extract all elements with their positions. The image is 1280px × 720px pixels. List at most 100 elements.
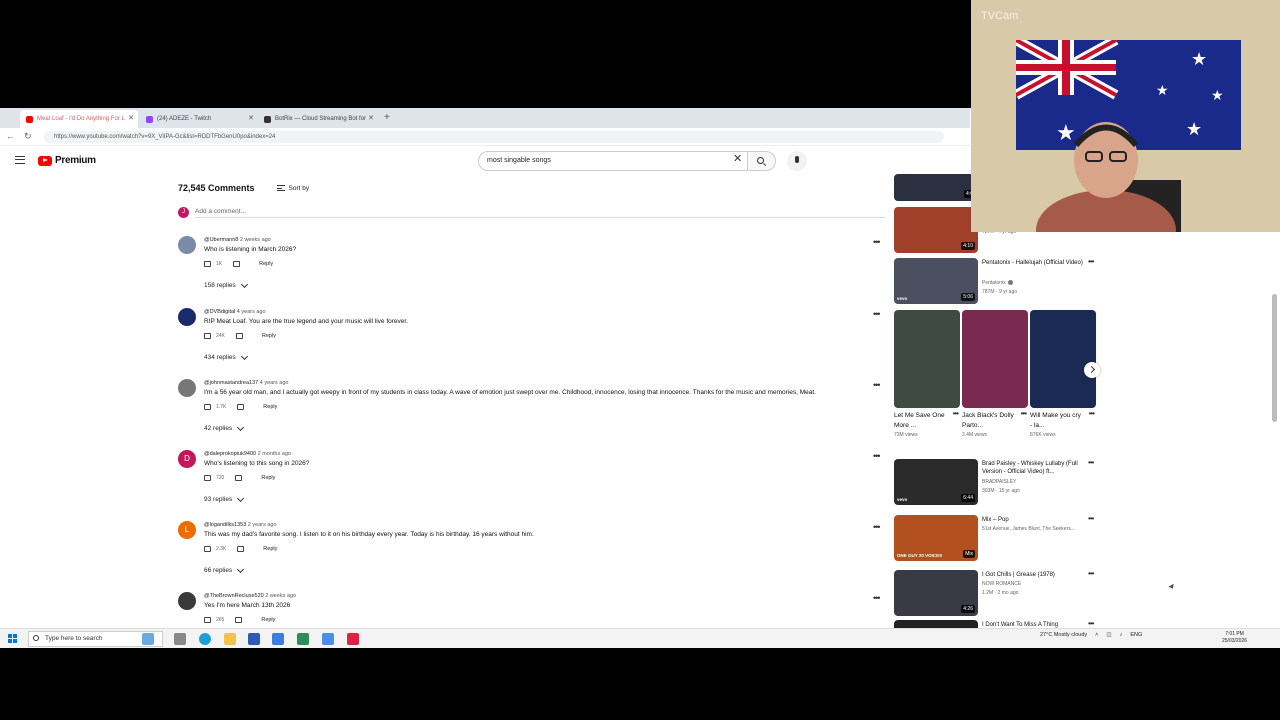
video-title[interactable]: Mix – Pop	[982, 516, 1087, 524]
windows-start-icon[interactable]	[8, 634, 17, 643]
like-icon[interactable]	[204, 475, 211, 481]
dislike-icon[interactable]	[235, 617, 243, 623]
video-title[interactable]: Pentatonix - Hallelujah (Official Video)	[982, 259, 1087, 267]
comment-time[interactable]: 2 weeks ago	[240, 237, 271, 243]
more-options-icon[interactable]: •••	[873, 594, 881, 603]
dislike-icon[interactable]	[235, 333, 243, 339]
edge-icon[interactable]	[199, 633, 211, 645]
cortana-icon[interactable]	[142, 633, 154, 645]
language-indicator[interactable]: ENG	[1130, 632, 1142, 638]
like-icon[interactable]	[204, 617, 211, 623]
reload-icon[interactable]: ↻	[24, 131, 32, 142]
close-icon[interactable]: ✕	[368, 114, 374, 122]
clear-search-icon[interactable]: ✕	[733, 154, 742, 165]
more-options-icon[interactable]: •••	[873, 452, 881, 461]
short-thumbnail[interactable]	[894, 310, 960, 408]
video-thumbnail[interactable]: vevo 5:06	[894, 258, 978, 304]
short-thumbnail[interactable]	[962, 310, 1028, 408]
clock[interactable]: 7:01 PM 25/03/2026	[1222, 631, 1247, 645]
commenter-avatar[interactable]	[178, 236, 196, 254]
related-video[interactable]: ONE GUY 20 VOICES Mix Mix – Pop 51st Avenue…	[894, 515, 1104, 563]
more-options-icon[interactable]: •••	[1088, 570, 1094, 578]
more-options-icon[interactable]: •••	[873, 310, 881, 319]
dislike-icon[interactable]	[237, 404, 245, 410]
more-options-icon[interactable]: •••	[1088, 515, 1094, 523]
short-item[interactable]: Jack Black's Dolly Parto... 2.4M views •…	[962, 310, 1028, 438]
view-replies-button[interactable]: 66 replies	[204, 565, 245, 574]
back-icon[interactable]: ←	[6, 131, 15, 141]
video-thumbnail[interactable]: 4:0	[894, 174, 978, 201]
voice-search-button[interactable]	[787, 151, 807, 171]
tab-meat-loaf[interactable]: Meat Loaf - I'd Do Anything For L ✕	[20, 110, 138, 128]
short-title[interactable]: Will Make you cry - la...	[1030, 411, 1084, 431]
more-options-icon[interactable]: •••	[873, 523, 881, 532]
comment-time[interactable]: 4 years ago	[260, 380, 289, 386]
related-video[interactable]: vevo 6:44 Brad Paisley - Whiskey Lullaby (…	[894, 459, 1104, 507]
video-title[interactable]: I Got Chills | Grease (1978)	[982, 571, 1087, 579]
comment-time[interactable]: 4 years ago	[237, 309, 266, 315]
comment-time[interactable]: 2 years ago	[248, 522, 277, 528]
close-icon[interactable]: ✕	[248, 114, 254, 122]
short-thumbnail[interactable]	[1030, 310, 1096, 408]
reply-button[interactable]: Reply	[263, 546, 277, 552]
short-title[interactable]: Let Me Save One More ...	[894, 411, 948, 431]
reply-button[interactable]: Reply	[262, 333, 276, 339]
network-icon[interactable]: ◫	[1106, 632, 1111, 638]
more-options-icon[interactable]: •••	[953, 410, 959, 418]
task-view-icon[interactable]	[174, 633, 186, 645]
reply-button[interactable]: Reply	[263, 404, 277, 410]
commenter-avatar[interactable]	[178, 308, 196, 326]
view-replies-button[interactable]: 158 replies	[204, 280, 248, 289]
video-channel[interactable]: BRADPAISLEY	[982, 479, 1016, 485]
file-explorer-icon[interactable]	[224, 633, 236, 645]
chevron-up-icon[interactable]: ˄	[1095, 632, 1098, 638]
dislike-icon[interactable]	[235, 475, 243, 481]
video-title[interactable]: Brad Paisley - Whiskey Lullaby (Full Ver…	[982, 460, 1087, 476]
more-options-icon[interactable]: •••	[1089, 410, 1095, 418]
like-icon[interactable]	[204, 333, 211, 339]
like-icon[interactable]	[204, 261, 211, 267]
video-thumbnail[interactable]: 4:10	[894, 207, 978, 253]
mail-icon[interactable]	[272, 633, 284, 645]
short-title[interactable]: Jack Black's Dolly Parto...	[962, 411, 1016, 431]
app-icon[interactable]	[322, 633, 334, 645]
commenter-avatar[interactable]	[178, 592, 196, 610]
more-options-icon[interactable]: •••	[1088, 258, 1094, 266]
weather-widget[interactable]: 27°C Mostly cloudy	[1040, 632, 1087, 638]
view-replies-button[interactable]: 434 replies	[204, 352, 248, 361]
view-replies-button[interactable]: 93 replies	[204, 494, 245, 503]
sort-by-button[interactable]: Sort by	[276, 185, 309, 192]
video-thumbnail[interactable]: vevo 6:44	[894, 459, 978, 505]
more-options-icon[interactable]: •••	[873, 238, 881, 247]
commenter-avatar[interactable]: L	[178, 521, 196, 539]
new-tab-button[interactable]: +	[384, 112, 390, 123]
video-channel[interactable]: Pentatonix	[982, 280, 1013, 286]
tab-botrix[interactable]: BotRix — Cloud Streaming Bot for ✕	[258, 110, 378, 128]
reply-button[interactable]: Reply	[261, 475, 275, 481]
dislike-icon[interactable]	[237, 546, 245, 552]
like-icon[interactable]	[204, 546, 211, 552]
related-video[interactable]: 4:26 I Got Chills | Grease (1978) NOW ROMA…	[894, 570, 1104, 618]
commenter-avatar[interactable]	[178, 379, 196, 397]
reply-button[interactable]: Reply	[261, 617, 275, 623]
short-item[interactable]: Let Me Save One More ... 73M views •••	[894, 310, 960, 438]
comment-author[interactable]: @logandilks1353	[204, 522, 246, 528]
menu-icon[interactable]	[15, 156, 25, 164]
comment-author[interactable]: @Ubermann8	[204, 237, 238, 243]
comment-author[interactable]: @TheBrownRecluse520	[204, 593, 264, 599]
scrollbar-thumb[interactable]	[1272, 294, 1277, 422]
more-options-icon[interactable]: •••	[873, 381, 881, 390]
video-thumbnail[interactable]: ONE GUY 20 VOICES Mix	[894, 515, 978, 561]
dislike-icon[interactable]	[233, 261, 241, 267]
search-button[interactable]	[748, 151, 776, 171]
shorts-next-button[interactable]	[1084, 362, 1100, 378]
comment-author[interactable]: @johnmastandrea137	[204, 380, 258, 386]
search-input[interactable]: most singable songs	[478, 151, 748, 171]
like-icon[interactable]	[204, 404, 211, 410]
comment-time[interactable]: 2 months ago	[258, 451, 291, 457]
obs-icon[interactable]	[297, 633, 309, 645]
video-channel[interactable]: NOW ROMANCE	[982, 581, 1021, 587]
related-video[interactable]: vevo 5:06 Pentatonix - Hallelujah (Offic…	[894, 258, 1104, 306]
chrome-icon[interactable]	[347, 633, 359, 645]
more-options-icon[interactable]: •••	[1088, 620, 1094, 628]
